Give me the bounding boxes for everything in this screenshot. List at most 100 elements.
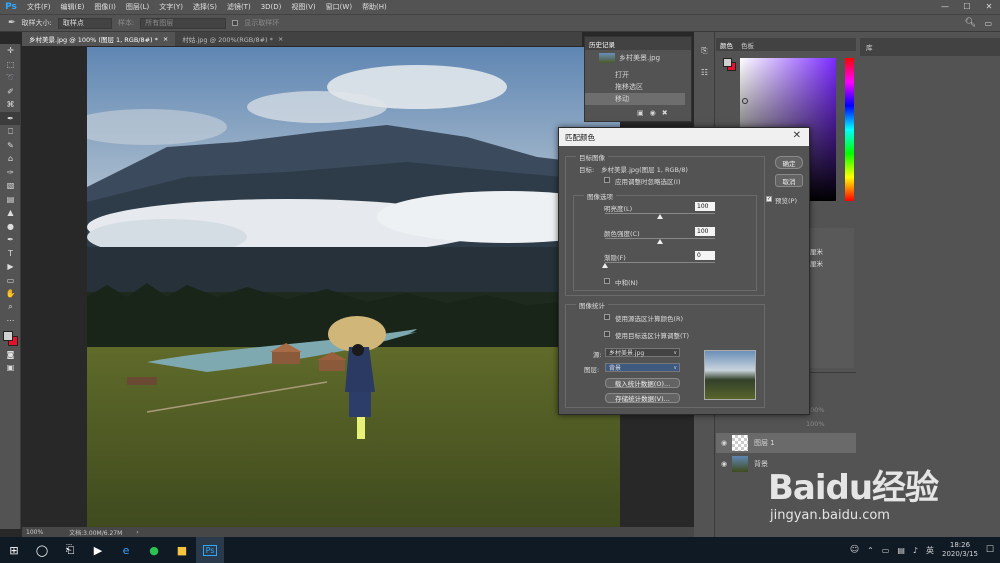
search-icon[interactable]: ◯	[28, 537, 56, 563]
preview-checkbox[interactable]: ✓	[766, 196, 772, 202]
eye-icon[interactable]: ◉	[716, 439, 732, 447]
fill-value[interactable]: 100%	[806, 420, 825, 428]
hue-slider[interactable]	[845, 58, 854, 201]
tab-girl[interactable]: 村姑.jpg @ 200%(RGB/8#) * ×	[175, 32, 291, 46]
move-tool-icon[interactable]: ✛	[0, 44, 21, 58]
lasso-tool-icon[interactable]: ➰	[0, 71, 21, 85]
sample-size-select[interactable]: 取样点	[57, 17, 112, 29]
ignore-selection-checkbox[interactable]	[604, 177, 610, 183]
type-tool-icon[interactable]: T	[0, 247, 21, 261]
menu-view[interactable]: 视图(V)	[286, 2, 320, 12]
load-stats-button[interactable]: 载入统计数据(O)...	[605, 378, 680, 388]
notification-icon[interactable]: ☐	[986, 545, 994, 555]
close-icon[interactable]: ×	[163, 35, 168, 43]
intensity-thumb[interactable]	[657, 239, 663, 244]
photoshop-taskbar-icon[interactable]: Ps	[196, 537, 224, 563]
source-select[interactable]: 乡村美景.jpg	[605, 348, 680, 357]
menu-edit[interactable]: 编辑(E)	[56, 2, 90, 12]
history-panel-icon[interactable]: ⎘	[694, 44, 715, 58]
people-icon[interactable]: ☺	[850, 545, 859, 555]
tab-history[interactable]: 历史记录	[589, 39, 615, 49]
sample-select[interactable]: 所有图层	[140, 17, 227, 29]
stamp-tool-icon[interactable]: ⌂	[0, 152, 21, 166]
properties-panel-icon[interactable]: ☷	[694, 66, 715, 80]
healing-tool-icon[interactable]: ⎕	[0, 125, 21, 139]
marquee-tool-icon[interactable]: ⬚	[0, 58, 21, 72]
path-select-icon[interactable]: ▶	[0, 260, 21, 274]
cancel-button[interactable]: 取消	[775, 174, 803, 187]
search-icon[interactable]: 🔍︎	[965, 18, 976, 28]
close-window-button[interactable]: ✕	[978, 0, 1000, 14]
maximize-button[interactable]: ☐	[956, 0, 978, 14]
chevron-up-icon[interactable]: ⌃	[867, 546, 874, 555]
blur-tool-icon[interactable]: ▲	[0, 206, 21, 220]
screen-mode-icon[interactable]: ▣	[0, 361, 21, 375]
use-target-selection-checkbox[interactable]	[604, 331, 610, 337]
show-ring-checkbox[interactable]	[232, 20, 239, 26]
tab-color[interactable]: 颜色	[720, 40, 733, 50]
color-swatches[interactable]	[0, 328, 20, 348]
history-brush-icon[interactable]: ✑	[0, 166, 21, 180]
task-view-icon[interactable]: ⎗	[56, 537, 84, 563]
fade-thumb[interactable]	[602, 263, 608, 268]
edge-browser-icon[interactable]: e	[112, 537, 140, 563]
save-stats-button[interactable]: 存储统计数据(V)...	[605, 393, 680, 403]
menu-file[interactable]: 文件(F)	[22, 2, 56, 12]
windows-start-icon[interactable]: ⊞	[0, 537, 28, 563]
history-item[interactable]: 移动	[585, 93, 685, 105]
foreground-color[interactable]	[3, 330, 13, 341]
volume-icon[interactable]: ♪	[913, 546, 918, 555]
luminance-input[interactable]: 100	[695, 202, 715, 211]
menu-help[interactable]: 帮助(H)	[357, 2, 392, 12]
luminance-thumb[interactable]	[657, 214, 663, 219]
use-source-selection-checkbox[interactable]	[604, 314, 610, 320]
menu-select[interactable]: 选择(S)	[188, 2, 222, 12]
more-tools-icon[interactable]: ⋯	[0, 314, 21, 328]
network-icon[interactable]: ▤	[897, 546, 905, 555]
tab-swatches[interactable]: 色板	[741, 40, 754, 50]
minimize-button[interactable]: —	[934, 0, 956, 14]
rectangle-tool-icon[interactable]: ▭	[0, 274, 21, 288]
menu-3d[interactable]: 3D(D)	[256, 3, 287, 11]
quick-select-tool-icon[interactable]: ✐	[0, 85, 21, 99]
dodge-tool-icon[interactable]: ●	[0, 220, 21, 234]
status-arrow[interactable]: ›	[136, 529, 138, 536]
ime-indicator[interactable]: 英	[926, 545, 934, 556]
layer-row[interactable]: ◉ 图层 1	[716, 433, 856, 453]
tab-library[interactable]: 库	[866, 42, 873, 52]
eraser-tool-icon[interactable]: ▧	[0, 179, 21, 193]
history-item[interactable]: 打开	[585, 69, 685, 81]
landscape-image[interactable]	[87, 47, 620, 528]
crop-tool-icon[interactable]: ⌘	[0, 98, 21, 112]
menu-filter[interactable]: 滤镜(T)	[222, 2, 256, 12]
intensity-input[interactable]: 100	[695, 227, 715, 236]
wechat-icon[interactable]: ●	[140, 537, 168, 563]
battery-icon[interactable]: ▭	[882, 546, 890, 555]
file-explorer-icon[interactable]: ■	[168, 537, 196, 563]
menu-type[interactable]: 文字(Y)	[154, 2, 188, 12]
eye-icon[interactable]: ◉	[716, 460, 732, 468]
tab-landscape[interactable]: 乡村美景.jpg @ 100% (图层 1, RGB/8#) * ×	[22, 32, 176, 46]
eyedropper-tool-icon[interactable]: ✒	[0, 111, 21, 125]
eyedropper-icon[interactable]: ✒	[8, 18, 16, 28]
ok-button[interactable]: 确定	[775, 156, 803, 169]
neutralize-checkbox[interactable]	[604, 278, 610, 284]
workspace-icon[interactable]: ▭	[984, 19, 992, 28]
history-item[interactable]: 拖移选区	[585, 81, 685, 93]
zoom-tool-icon[interactable]: ⌕	[0, 301, 21, 315]
menu-layer[interactable]: 图层(L)	[121, 2, 154, 12]
menu-image[interactable]: 图像(I)	[89, 2, 121, 12]
history-snapshot[interactable]: 乡村美景.jpg	[585, 51, 691, 65]
layer-select[interactable]: 背景	[605, 363, 680, 372]
quick-mask-icon[interactable]: ◙	[0, 348, 21, 362]
brush-tool-icon[interactable]: ✎	[0, 139, 21, 153]
clock[interactable]: 18:26 2020/3/15	[942, 541, 978, 559]
history-footer-icons[interactable]: ▣◉✖	[637, 109, 674, 117]
fade-input[interactable]: 0	[695, 251, 715, 260]
media-app-icon[interactable]: ▶	[84, 537, 112, 563]
zoom-level[interactable]: 100%	[26, 529, 43, 536]
hand-tool-icon[interactable]: ✋	[0, 287, 21, 301]
gradient-tool-icon[interactable]: ▤	[0, 193, 21, 207]
menu-window[interactable]: 窗口(W)	[321, 2, 357, 12]
close-icon[interactable]: ✕	[793, 130, 801, 141]
